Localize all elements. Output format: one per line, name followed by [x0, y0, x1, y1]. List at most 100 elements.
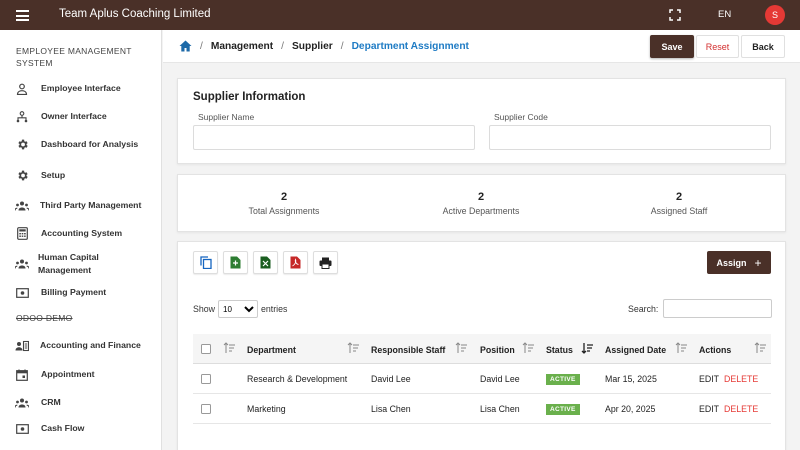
- sidebar-item-label: Billing Payment: [41, 287, 107, 298]
- sort-icon[interactable]: [754, 342, 767, 354]
- assign-label: Assign: [716, 257, 747, 268]
- cell-department: Marketing: [247, 404, 286, 414]
- search-input[interactable]: [663, 299, 773, 318]
- edit-button[interactable]: EDIT: [699, 374, 719, 384]
- sidebar: EMPLOYEE MANAGEMENT SYSTEM Employee Inte…: [0, 30, 162, 450]
- sidebar-item-label: Owner Interface: [41, 111, 107, 122]
- table-row: Research & Development David Lee David L…: [193, 364, 771, 394]
- stat-value: 2: [675, 191, 683, 203]
- edit-button[interactable]: EDIT: [699, 404, 719, 414]
- sidebar-item-accounting[interactable]: Accounting System: [0, 225, 161, 242]
- calculator-icon: [15, 227, 29, 241]
- table-header: Department Responsible Staff Position St…: [193, 334, 771, 364]
- sort-icon[interactable]: [455, 342, 468, 354]
- sidebar-item-accounting-finance[interactable]: Accounting and Finance: [0, 332, 161, 359]
- assign-button[interactable]: Assign +: [707, 251, 771, 274]
- pdf-file-icon: [290, 256, 301, 269]
- cell-department: Research & Development: [247, 374, 348, 384]
- delete-button[interactable]: DELETE: [724, 374, 758, 384]
- column-header-status[interactable]: Status: [546, 345, 573, 355]
- save-button[interactable]: Save: [650, 35, 694, 58]
- print-button[interactable]: [313, 251, 338, 274]
- row-checkbox[interactable]: [201, 404, 211, 414]
- app-title: Team Aplus Coaching Limited: [59, 8, 211, 20]
- sort-icon[interactable]: [347, 342, 360, 354]
- column-header-assigned-date[interactable]: Assigned Date: [605, 345, 666, 355]
- pdf-button[interactable]: [283, 251, 308, 274]
- supplier-name-input[interactable]: [193, 125, 475, 150]
- language-selector[interactable]: EN: [718, 9, 731, 20]
- breadcrumb-management[interactable]: Management: [211, 41, 273, 52]
- fullscreen-icon[interactable]: [669, 9, 681, 21]
- assignments-table-card: Assign + Show 10 entries Search: Departme…: [177, 241, 786, 450]
- cell-date: Mar 15, 2025: [605, 374, 657, 384]
- sidebar-item-human-capital[interactable]: Human Capital Management: [0, 250, 161, 277]
- search-label: Search:: [628, 303, 659, 314]
- cell-staff: David Lee: [371, 374, 411, 384]
- column-header-department[interactable]: Department: [247, 345, 296, 355]
- sort-icon[interactable]: [522, 342, 535, 354]
- sidebar-item-third-party[interactable]: Third Party Management: [0, 192, 161, 219]
- sort-descending-icon[interactable]: [581, 342, 594, 354]
- csv-button[interactable]: [223, 251, 248, 274]
- sidebar-item-label: Employee Interface: [41, 83, 121, 94]
- gear-icon: [15, 138, 29, 152]
- supplier-code-label: Supplier Code: [494, 112, 548, 122]
- sidebar-item-label: Human Capital Management: [38, 252, 99, 275]
- column-header-staff[interactable]: Responsible Staff: [371, 345, 445, 355]
- person-icon: [15, 82, 29, 96]
- stat-label: Assigned Staff: [650, 206, 708, 216]
- sidebar-item-employee-interface[interactable]: Employee Interface: [0, 80, 161, 97]
- sidebar-item-billing[interactable]: Billing Payment: [0, 284, 161, 301]
- excel-file-icon: [260, 256, 271, 269]
- sidebar-item-label: Accounting System: [41, 228, 123, 239]
- cell-position: Lisa Chen: [480, 404, 520, 414]
- stat-total-assignments: 2 Total Assignments: [184, 191, 384, 216]
- row-checkbox[interactable]: [201, 374, 211, 384]
- entries-select[interactable]: 10: [218, 300, 259, 318]
- sidebar-item-dashboard[interactable]: Dashboard for Analysis: [0, 131, 161, 158]
- status-badge: ACTIVE: [546, 404, 580, 415]
- sidebar-item-label: Setup: [41, 170, 66, 181]
- print-icon: [319, 257, 332, 269]
- sidebar-item-owner-interface[interactable]: Owner Interface: [0, 108, 161, 125]
- group-icon: [15, 257, 29, 271]
- supplier-name-label: Supplier Name: [198, 112, 255, 122]
- sort-icon[interactable]: [675, 342, 688, 354]
- gear-icon: [15, 169, 29, 183]
- stat-active-departments: 2 Active Departments: [381, 191, 581, 216]
- copy-icon: [199, 256, 212, 269]
- sidebar-item-label: Third Party Management: [40, 200, 142, 211]
- sidebar-section-title: ODOO DEMO: [16, 313, 73, 323]
- money-icon: [15, 286, 29, 300]
- plus-icon: +: [754, 255, 762, 270]
- sidebar-item-crm[interactable]: CRM: [0, 394, 161, 411]
- excel-button[interactable]: [253, 251, 278, 274]
- stat-assigned-staff: 2 Assigned Staff: [579, 191, 779, 216]
- sidebar-item-label: Cash Flow: [41, 423, 85, 434]
- column-header-position[interactable]: Position: [480, 345, 515, 355]
- status-badge: ACTIVE: [546, 374, 580, 385]
- breadcrumb-separator: /: [281, 40, 284, 52]
- sidebar-item-appointment[interactable]: Appointment: [0, 366, 161, 383]
- delete-button[interactable]: DELETE: [724, 404, 758, 414]
- card-title: Supplier Information: [193, 91, 306, 103]
- home-icon[interactable]: [179, 40, 192, 52]
- menu-icon[interactable]: [16, 10, 29, 21]
- column-header-actions: Actions: [699, 345, 732, 355]
- back-button[interactable]: Back: [741, 35, 785, 58]
- stat-value: 2: [477, 191, 485, 203]
- search-control: Search:: [628, 299, 773, 318]
- supplier-code-input[interactable]: [489, 125, 771, 150]
- sidebar-item-setup[interactable]: Setup: [0, 167, 161, 184]
- sidebar-item-label: Accounting and Finance: [40, 340, 141, 351]
- sort-icon[interactable]: [223, 342, 236, 354]
- avatar[interactable]: S: [765, 5, 785, 25]
- sidebar-item-cash-flow[interactable]: Cash Flow: [0, 420, 161, 437]
- reset-button[interactable]: Reset: [696, 35, 739, 58]
- select-all-checkbox[interactable]: [201, 344, 211, 354]
- entries-control: Show 10 entries: [193, 300, 287, 318]
- breadcrumb-supplier[interactable]: Supplier: [292, 41, 333, 52]
- copy-button[interactable]: [193, 251, 218, 274]
- stat-label: Total Assignments: [248, 206, 320, 216]
